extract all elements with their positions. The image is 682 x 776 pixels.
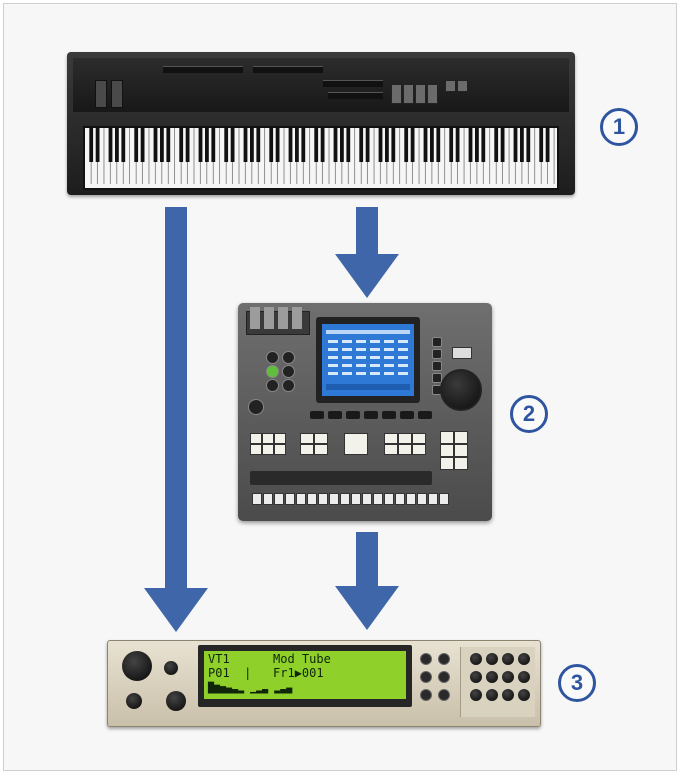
label-device-1: 1 — [600, 108, 638, 146]
midi-keyboard-icon — [67, 52, 575, 195]
mod-wheel — [111, 80, 123, 108]
label-device-3: 3 — [558, 664, 596, 702]
display-line-3: █▆▅▄▃▂ ▁▂▃ ▂▃▄ — [208, 683, 293, 694]
piano-keys — [83, 126, 559, 190]
sequencer-screen — [316, 317, 420, 403]
keyboard-control-panel — [73, 58, 569, 112]
volume-knob — [122, 651, 152, 681]
display-line-2: P01 | Fr1▶001 — [208, 666, 324, 680]
synth-display: VT1 Mod Tube P01 | Fr1▶001 █▆▅▄▃▂ ▁▂▃ ▂▃… — [198, 645, 412, 707]
sound-module-icon: VT1 Mod Tube P01 | Fr1▶001 █▆▅▄▃▂ ▁▂▃ ▂▃… — [107, 640, 541, 727]
pitch-wheel — [95, 80, 107, 108]
edit-knob — [166, 691, 186, 711]
display-line-1: VT1 Mod Tube — [208, 652, 331, 666]
label-device-2: 2 — [510, 395, 548, 433]
data-dial — [440, 369, 482, 411]
sequencer-workstation-icon — [238, 303, 492, 521]
